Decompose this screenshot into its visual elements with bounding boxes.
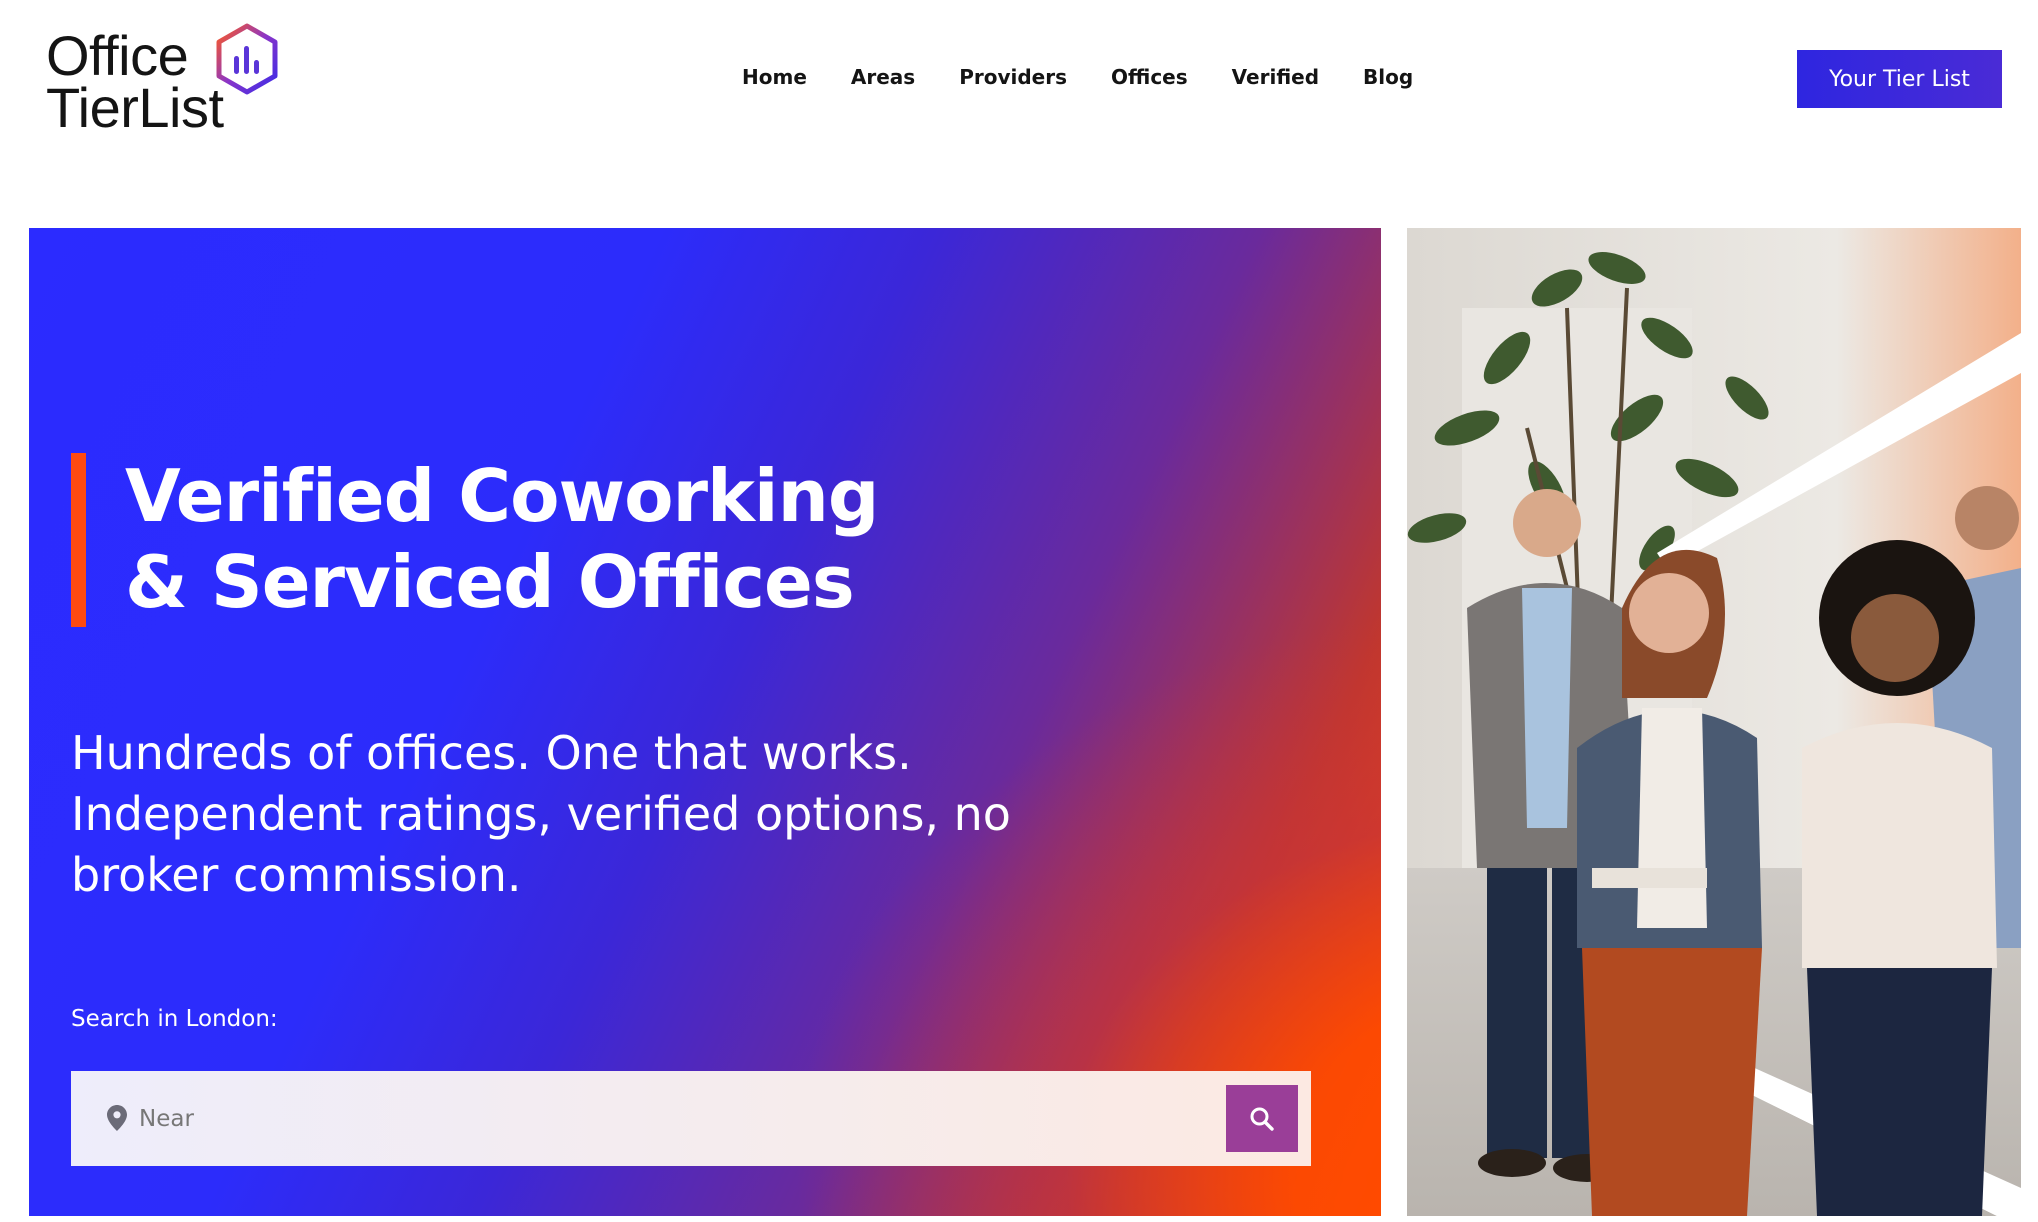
hero-panel: Verified Coworking & Serviced Offices Hu… <box>29 228 1381 1216</box>
hero-subtitle-line-2: Independent ratings, verified options, n… <box>71 787 1011 841</box>
hero-subtitle-line-1: Hundreds of offices. One that works. <box>71 726 912 780</box>
title-accent-bar <box>71 453 86 627</box>
your-tier-list-button[interactable]: Your Tier List <box>1797 50 2002 108</box>
logo-line-1: Office <box>46 24 189 87</box>
search-input[interactable] <box>139 1091 1139 1147</box>
logo-wordmark: Office TierList <box>46 24 224 139</box>
location-pin-icon <box>107 1105 127 1131</box>
search-icon <box>1250 1107 1274 1131</box>
nav-blog[interactable]: Blog <box>1363 62 1413 92</box>
logo[interactable]: Office TierList <box>46 22 286 139</box>
photo-illustration <box>1407 228 2021 1216</box>
hexagon-bar-chart-icon <box>216 23 278 95</box>
nav-providers[interactable]: Providers <box>959 62 1067 92</box>
search-button[interactable] <box>1226 1085 1298 1152</box>
hero-title: Verified Coworking & Serviced Offices <box>125 453 879 625</box>
hero-subtitle-line-3: broker commission. <box>71 848 522 902</box>
nav-offices[interactable]: Offices <box>1111 62 1188 92</box>
logo-line-2: TierList <box>46 76 224 139</box>
search-bar <box>71 1071 1311 1166</box>
main-nav: Home Areas Providers Offices Verified Bl… <box>742 62 1413 92</box>
nav-home[interactable]: Home <box>742 62 807 92</box>
search-label: Search in London: <box>71 1006 278 1032</box>
hero-title-line-2: & Serviced Offices <box>125 540 855 624</box>
hero-subtitle: Hundreds of offices. One that works. Ind… <box>71 723 1071 906</box>
office-team-photo <box>1407 228 2021 1216</box>
nav-verified[interactable]: Verified <box>1232 62 1319 92</box>
hero-title-line-1: Verified Coworking <box>125 454 879 538</box>
nav-areas[interactable]: Areas <box>851 62 915 92</box>
